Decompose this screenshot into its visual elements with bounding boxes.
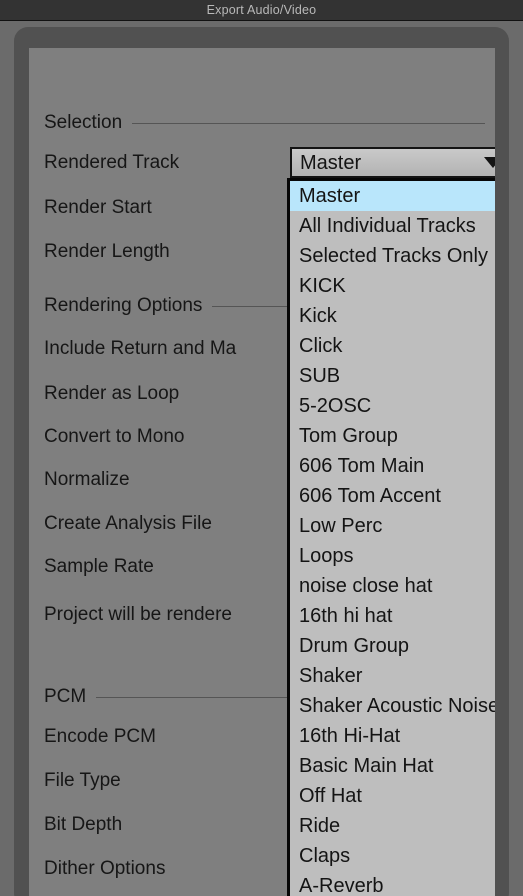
- parameter-label: Render Start: [44, 197, 152, 218]
- section-rule: [132, 122, 485, 124]
- dropdown-option[interactable]: Master: [290, 181, 495, 211]
- window-title: Export Audio/Video: [206, 3, 317, 17]
- dropdown-option[interactable]: Tom Group: [290, 421, 495, 451]
- rendered-track-dropdown-button[interactable]: Master: [290, 147, 495, 178]
- chevron-down-icon: [484, 157, 495, 168]
- dropdown-option[interactable]: 606 Tom Accent: [290, 481, 495, 511]
- dropdown-option[interactable]: KICK: [290, 271, 495, 301]
- section-label-rendering-options: Rendering Options: [44, 295, 203, 316]
- parameter-label: Rendered Track: [44, 152, 180, 173]
- dropdown-option[interactable]: Shaker Acoustic Noise: [290, 691, 495, 721]
- parameter-label: Render as Loop: [44, 383, 180, 404]
- parameter-label: Render Length: [44, 241, 170, 262]
- dropdown-option[interactable]: Drum Group: [290, 631, 495, 661]
- dropdown-option[interactable]: A-Reverb: [290, 871, 495, 896]
- dropdown-option[interactable]: noise close hat: [290, 571, 495, 601]
- dropdown-option[interactable]: Off Hat: [290, 781, 495, 811]
- dropdown-option[interactable]: Basic Main Hat: [290, 751, 495, 781]
- dropdown-option[interactable]: Low Perc: [290, 511, 495, 541]
- parameter-label: Include Return and Ma: [44, 338, 237, 359]
- export-settings-panel: Selection Rendering Options PCM MP3 Rend…: [29, 48, 495, 896]
- dropdown-option[interactable]: Click: [290, 331, 495, 361]
- rendered-track-dropdown-list[interactable]: Master All Individual Tracks Selected Trac…: [287, 178, 495, 896]
- dropdown-option[interactable]: Ride: [290, 811, 495, 841]
- parameter-label: Bit Depth: [44, 814, 123, 835]
- dropdown-option[interactable]: 5-2OSC: [290, 391, 495, 421]
- section-label-pcm: PCM: [44, 686, 87, 707]
- dropdown-option[interactable]: 606 Tom Main: [290, 451, 495, 481]
- export-dialog-window: Export Audio/Video Selection Rendering O…: [0, 0, 523, 896]
- dropdown-option[interactable]: 16th Hi-Hat: [290, 721, 495, 751]
- parameter-label: Sample Rate: [44, 556, 154, 577]
- dropdown-option[interactable]: Kick: [290, 301, 495, 331]
- dropdown-option[interactable]: Loops: [290, 541, 495, 571]
- dropdown-option[interactable]: SUB: [290, 361, 495, 391]
- rendered-track-value: Master: [300, 151, 362, 174]
- parameter-label: Dither Options: [44, 858, 166, 879]
- dropdown-option[interactable]: Claps: [290, 841, 495, 871]
- titlebar: Export Audio/Video: [0, 0, 523, 21]
- section-header-selection: Selection: [44, 112, 485, 134]
- dropdown-option[interactable]: Selected Tracks Only: [290, 241, 495, 271]
- parameter-label: Create Analysis File: [44, 513, 212, 534]
- parameter-label: Convert to Mono: [44, 426, 185, 447]
- dropdown-option[interactable]: All Individual Tracks: [290, 211, 495, 241]
- section-label-selection: Selection: [44, 112, 123, 133]
- parameter-label: File Type: [44, 770, 121, 791]
- parameter-label: Project will be rendere: [44, 604, 232, 625]
- dropdown-option[interactable]: Shaker: [290, 661, 495, 691]
- parameter-label: Encode PCM: [44, 726, 156, 747]
- parameter-label: Normalize: [44, 469, 130, 490]
- dropdown-option[interactable]: 16th hi hat: [290, 601, 495, 631]
